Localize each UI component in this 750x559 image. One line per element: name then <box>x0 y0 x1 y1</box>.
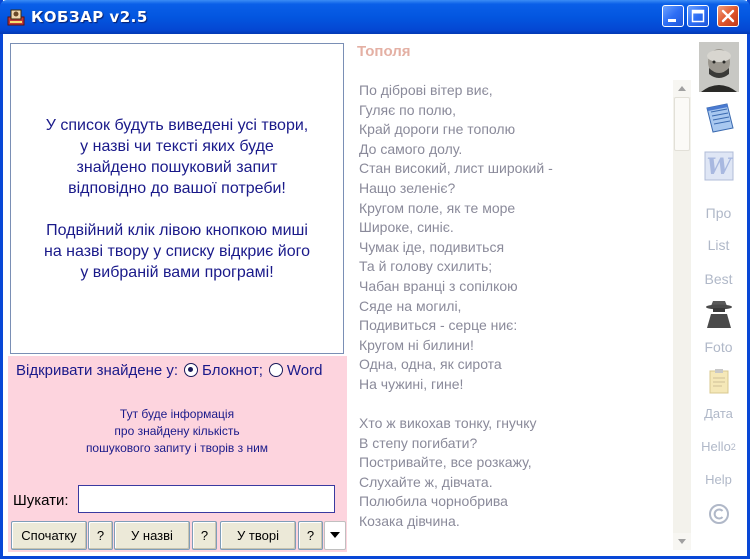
window-title: КОБЗАР v2.5 <box>31 8 148 26</box>
foto-button[interactable]: Foto <box>697 331 740 362</box>
result-info-line: Тут буде інформація <box>119 407 235 421</box>
svg-text:W: W <box>706 154 733 180</box>
poem-line: В степу погибати? <box>359 434 478 451</box>
poem-line: Козака дівчина. <box>359 513 460 530</box>
list-button[interactable]: List <box>697 229 740 260</box>
notepad-button[interactable] <box>697 97 740 139</box>
clipboard-button[interactable] <box>697 365 740 397</box>
portrait-button[interactable] <box>697 41 740 93</box>
result-info: Тут буде інформація про знайдену кількіс… <box>10 406 344 457</box>
title-bar[interactable]: КОБЗАР v2.5 <box>0 0 750 34</box>
poem-line: Одна, одна, як сирота <box>359 356 502 373</box>
info-line: Подвійний клік лівою кнопкою миші <box>46 221 308 239</box>
open-with-row: Відкривати знайдене у: Блокнот; Word <box>16 360 322 380</box>
clipboard-icon <box>709 369 728 394</box>
info-line: у вибраній вами програмі! <box>80 263 274 281</box>
search-label: Шукати: <box>13 492 69 509</box>
poem-line <box>359 395 671 415</box>
poem-line: Широке, синіє. <box>359 219 454 236</box>
hello-label: Hello <box>701 439 731 454</box>
search-input[interactable] <box>78 485 335 513</box>
poem-line: До самого долу. <box>359 140 463 157</box>
kobzar-app-icon <box>7 9 25 26</box>
scroll-down-button[interactable] <box>673 533 691 550</box>
poem-text[interactable]: По діброві вітер виє, Гуляє по полю, Край … <box>359 81 671 532</box>
poem-line: Гуляє по полю, <box>359 101 456 118</box>
maximize-button[interactable] <box>687 5 709 27</box>
info-line: знайдено пошуковий запит <box>76 158 278 176</box>
notepad-icon <box>705 103 734 133</box>
word-icon: W <box>704 151 733 181</box>
word-radio[interactable] <box>268 363 283 377</box>
maximize-icon <box>691 9 705 23</box>
chevron-down-icon <box>330 532 340 538</box>
best-button[interactable]: Best <box>697 263 740 294</box>
shevchenko-portrait-icon <box>698 42 739 92</box>
minimize-button[interactable] <box>662 5 684 27</box>
result-info-line: про знайдену кількість <box>114 424 240 438</box>
from-start-button[interactable]: Спочатку <box>11 521 87 550</box>
poem-line: Сяде на могилі, <box>359 297 462 314</box>
copyright-button[interactable] <box>697 498 740 529</box>
scroll-up-button[interactable] <box>673 80 691 97</box>
in-text-button[interactable]: У творі <box>220 521 296 550</box>
poem-line: Хто ж викохав тонку, гнучку <box>359 415 537 432</box>
notepad-radio-label[interactable]: Блокнот; <box>202 362 263 379</box>
copyright-icon <box>708 503 729 524</box>
hello-superscript: 2 <box>730 441 736 452</box>
info-line: у назві чи тексті яких буде <box>80 137 274 155</box>
notepad-radio[interactable] <box>184 363 199 377</box>
poem-line: Кругом ні билини! <box>359 336 474 353</box>
help-button[interactable]: Help <box>697 464 740 495</box>
info-line: на назві твору у списку відкриє його <box>43 242 310 260</box>
scroll-thumb[interactable] <box>674 97 690 151</box>
poem-line: Та й голову схилить; <box>359 258 493 275</box>
in-title-button[interactable]: У назві <box>114 521 190 550</box>
close-icon <box>721 9 735 23</box>
poem-line: Слухайте ж, дівчата. <box>359 473 493 490</box>
poem-line: Полюбила чорнобрива <box>359 493 508 510</box>
poem-line: Чабан вранці з сопілкою <box>359 277 518 294</box>
poem-line: Чумак іде, подивиться <box>359 238 505 255</box>
poem-title: Тополя <box>357 43 411 60</box>
dropdown-button[interactable] <box>324 521 346 550</box>
poem-line: По діброві вітер виє, <box>359 82 493 98</box>
result-info-line: пошукового запиту і творів з ним <box>85 441 269 455</box>
search-results-list[interactable]: У список будуть виведені усі твори, у на… <box>10 43 344 354</box>
info-line: У список будуть виведені усі твори, <box>45 116 309 134</box>
chevron-down-icon <box>678 539 686 544</box>
info-line: відповідно до вашої потреби! <box>68 179 286 197</box>
word-radio-label[interactable]: Word <box>287 362 323 379</box>
date-button[interactable]: Дата <box>697 398 740 429</box>
poem-line: Постривайте, все розкажу, <box>359 454 532 471</box>
open-with-label: Відкривати знайдене у: <box>16 361 179 379</box>
app-window: КОБЗАР v2.5 У список будуть виведені усі… <box>0 0 750 559</box>
in-title-help-button[interactable]: ? <box>192 521 217 550</box>
minimize-icon <box>668 19 676 22</box>
poem-line: Край дороги гне тополю <box>359 121 516 138</box>
poem-line: Подивиться - серце ниє: <box>359 317 518 334</box>
poem-line: Нащо зеленіє? <box>359 179 456 196</box>
poem-line: Кругом поле, як те море <box>359 199 516 216</box>
chevron-up-icon <box>678 86 686 91</box>
spy-icon <box>705 301 732 328</box>
word-button[interactable]: W <box>697 146 740 186</box>
close-button[interactable] <box>717 5 739 27</box>
from-start-help-button[interactable]: ? <box>88 521 113 550</box>
spy-button[interactable] <box>697 297 740 329</box>
poem-scrollbar[interactable] <box>673 80 691 550</box>
poem-line: На чужині, гине! <box>359 375 464 392</box>
in-text-help-button[interactable]: ? <box>298 521 323 550</box>
poem-line: Стан високий, лист широкий - <box>359 160 553 177</box>
about-button[interactable]: Про <box>697 197 740 228</box>
hello-button[interactable]: Hello 2 <box>697 431 740 462</box>
